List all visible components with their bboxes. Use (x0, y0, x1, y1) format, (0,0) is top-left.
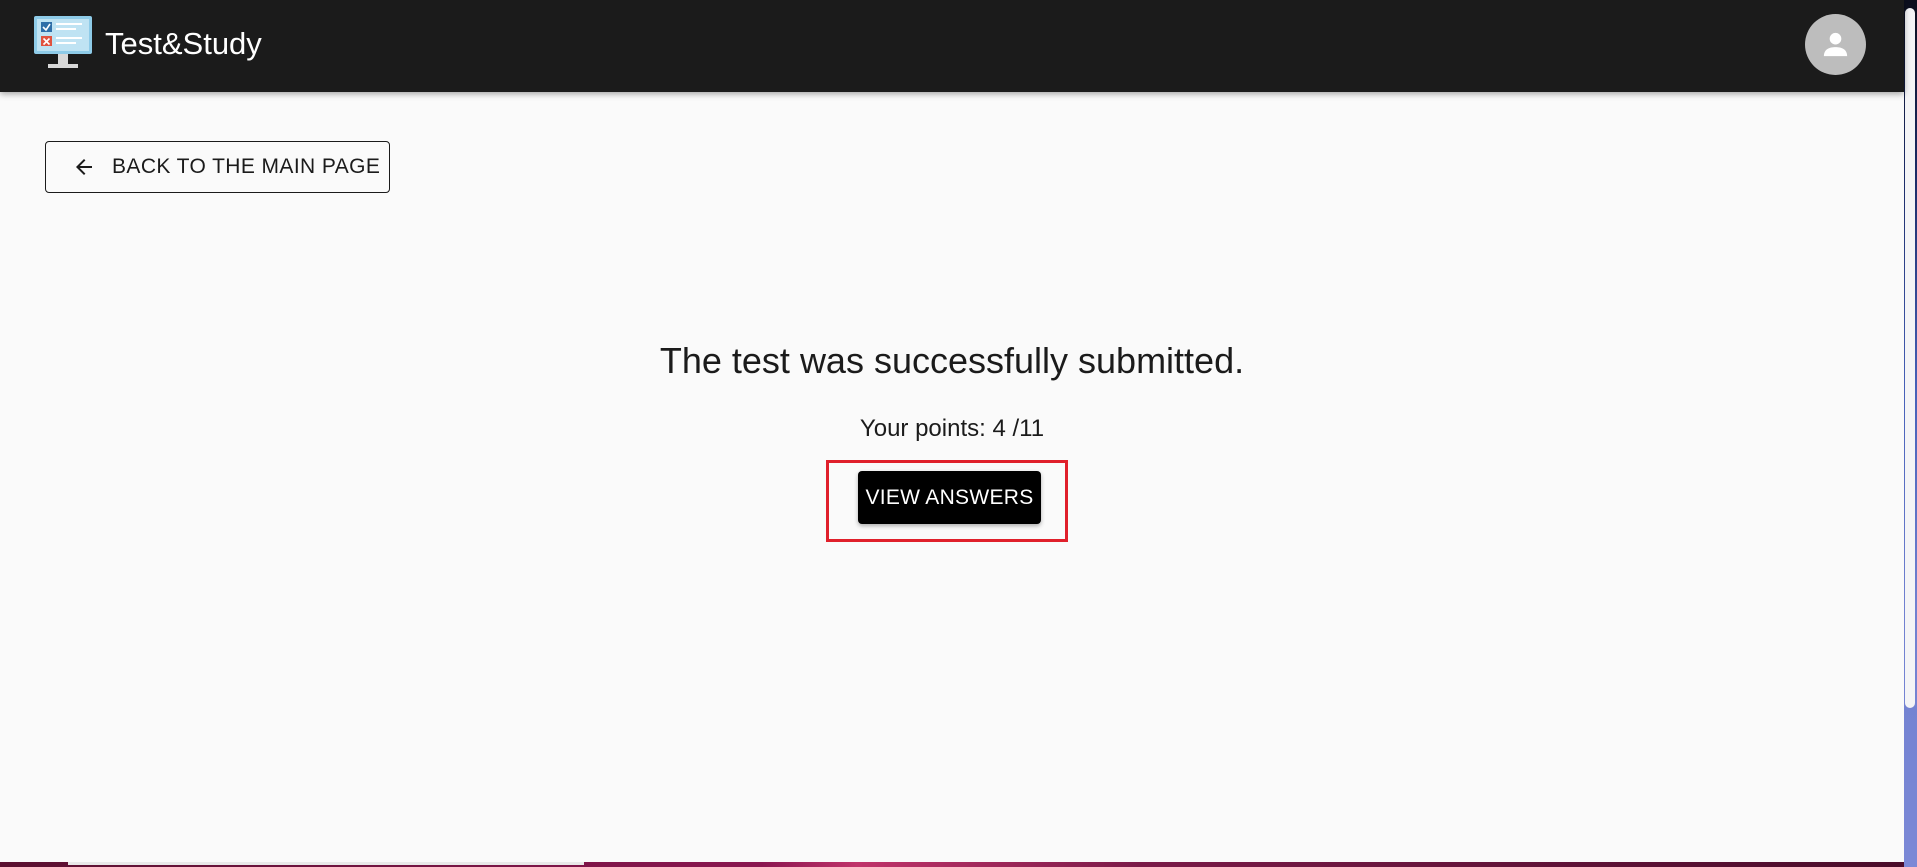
points-text: Your points: 4 /11 (859, 415, 1045, 442)
app-bar: Test&Study (0, 0, 1904, 92)
view-answers-button[interactable]: VIEW ANSWERS (858, 471, 1041, 524)
scrollbar-thumb[interactable] (1905, 8, 1915, 708)
arrow-left-icon (76, 159, 92, 175)
taskbar-edge (0, 862, 1904, 867)
person-icon (1823, 32, 1848, 57)
back-button-label: BACK TO THE MAIN PAGE (112, 155, 381, 178)
back-to-main-page-button[interactable]: BACK TO THE MAIN PAGE (45, 141, 390, 193)
submission-heading: The test was successfully submitted. (659, 340, 1245, 381)
monitor-checklist-icon[interactable] (34, 16, 92, 72)
user-avatar[interactable] (1805, 14, 1866, 75)
taskbar-edge-highlight (68, 862, 584, 865)
app-title[interactable]: Test&Study (105, 24, 262, 64)
main-content: BACK TO THE MAIN PAGE The test was succe… (0, 92, 1904, 862)
